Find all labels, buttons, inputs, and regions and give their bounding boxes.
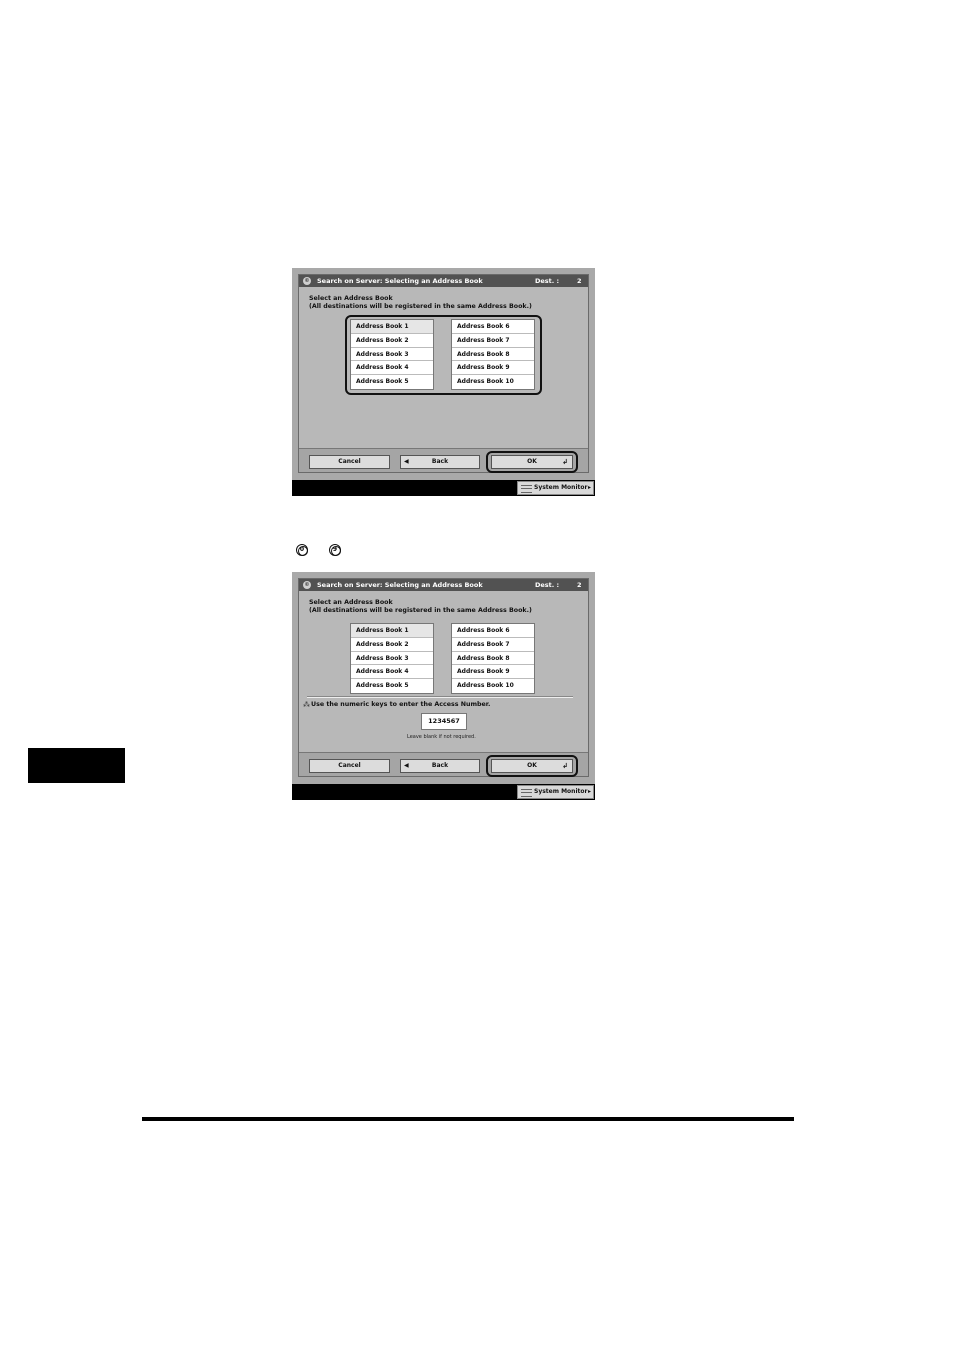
system-monitor-button[interactable]: System Monitor ▸	[517, 481, 594, 495]
access-note: Leave blank if not required.	[407, 734, 476, 740]
address-book-3[interactable]: Address Book 3	[351, 652, 433, 666]
back-button[interactable]: ◀ Back	[400, 455, 480, 469]
cancel-button[interactable]: Cancel	[309, 759, 390, 773]
address-book-7[interactable]: Address Book 7	[452, 334, 534, 348]
return-icon: ↲	[562, 762, 568, 770]
status-bar: System Monitor ▸	[292, 480, 595, 496]
cancel-button[interactable]: Cancel	[309, 455, 390, 469]
back-arrow-icon: ◀	[404, 762, 409, 769]
instruction: Select an Address Book (All destinations…	[309, 295, 532, 310]
screen-title: Search on Server: Selecting an Address B…	[317, 581, 483, 589]
divider	[307, 696, 573, 698]
bottom-bar: Cancel ◀ Back OK ↲	[299, 752, 588, 777]
address-book-9[interactable]: Address Book 9	[452, 665, 534, 680]
title-bar: © Search on Server: Selecting an Address…	[299, 275, 588, 287]
back-label: Back	[431, 762, 449, 769]
address-book-8[interactable]: Address Book 8	[452, 652, 534, 666]
ok-button[interactable]: OK ↲	[491, 455, 573, 469]
instruction: Select an Address Book (All destinations…	[309, 599, 532, 614]
footer-rule	[142, 1117, 794, 1121]
app-logo-icon: ©	[303, 581, 311, 589]
status-bar: System Monitor ▸	[292, 784, 595, 800]
screen-1-frame: © Search on Server: Selecting an Address…	[298, 274, 589, 473]
key-0-icon: 0	[296, 544, 308, 556]
arrow-right-icon: ▸	[587, 788, 591, 795]
title-bar: © Search on Server: Selecting an Address…	[299, 579, 588, 591]
system-monitor-label: System Monitor	[534, 788, 588, 795]
access-prompt: Use the numeric keys to enter the Access…	[311, 701, 491, 708]
address-book-list-right: Address Book 6 Address Book 7 Address Bo…	[451, 319, 535, 390]
dest-label: Dest. :	[535, 581, 560, 589]
address-book-5[interactable]: Address Book 5	[351, 375, 433, 389]
address-book-list-right: Address Book 6 Address Book 7 Address Bo…	[451, 623, 535, 694]
address-book-5[interactable]: Address Book 5	[351, 679, 433, 693]
address-book-6[interactable]: Address Book 6	[452, 624, 534, 638]
app-logo-icon: ©	[303, 277, 311, 285]
address-book-1[interactable]: Address Book 1	[351, 320, 433, 334]
ok-label: OK	[527, 458, 537, 465]
screen-2: © Search on Server: Selecting an Address…	[292, 572, 595, 800]
access-number-field[interactable]: 1234567	[421, 713, 467, 730]
back-button[interactable]: ◀ Back	[400, 759, 480, 773]
address-book-list-left: Address Book 1 Address Book 2 Address Bo…	[350, 623, 434, 694]
back-label: Back	[431, 458, 449, 465]
address-book-10[interactable]: Address Book 10	[452, 679, 534, 693]
address-book-7[interactable]: Address Book 7	[452, 638, 534, 652]
chapter-tab	[28, 748, 125, 783]
address-book-9[interactable]: Address Book 9	[452, 361, 534, 376]
monitor-icon	[521, 789, 532, 797]
screen-1: © Search on Server: Selecting an Address…	[292, 268, 595, 496]
address-book-10[interactable]: Address Book 10	[452, 375, 534, 389]
address-book-1[interactable]: Address Book 1	[351, 624, 433, 638]
dest-label: Dest. :	[535, 277, 560, 285]
address-book-2[interactable]: Address Book 2	[351, 334, 433, 348]
address-book-2[interactable]: Address Book 2	[351, 638, 433, 652]
address-book-4[interactable]: Address Book 4	[351, 361, 433, 376]
address-book-3[interactable]: Address Book 3	[351, 348, 433, 362]
screen-2-frame: © Search on Server: Selecting an Address…	[298, 578, 589, 777]
bottom-bar: Cancel ◀ Back OK ↲	[299, 448, 588, 473]
dest-count: 2	[577, 581, 582, 589]
address-book-4[interactable]: Address Book 4	[351, 665, 433, 680]
dest-count: 2	[577, 277, 582, 285]
system-monitor-label: System Monitor	[534, 484, 588, 491]
address-book-8[interactable]: Address Book 8	[452, 348, 534, 362]
return-icon: ↲	[562, 458, 568, 466]
arrow-right-icon: ▸	[587, 484, 591, 491]
ok-button[interactable]: OK ↲	[491, 759, 573, 773]
address-book-6[interactable]: Address Book 6	[452, 320, 534, 334]
monitor-icon	[521, 485, 532, 493]
address-book-list-left: Address Book 1 Address Book 2 Address Bo…	[350, 319, 434, 390]
key-9-icon: 9	[329, 544, 341, 556]
system-monitor-button[interactable]: System Monitor ▸	[517, 785, 594, 799]
keypad-icon: ⁂	[303, 701, 310, 709]
back-arrow-icon: ◀	[404, 458, 409, 465]
ok-label: OK	[527, 762, 537, 769]
screen-title: Search on Server: Selecting an Address B…	[317, 277, 483, 285]
